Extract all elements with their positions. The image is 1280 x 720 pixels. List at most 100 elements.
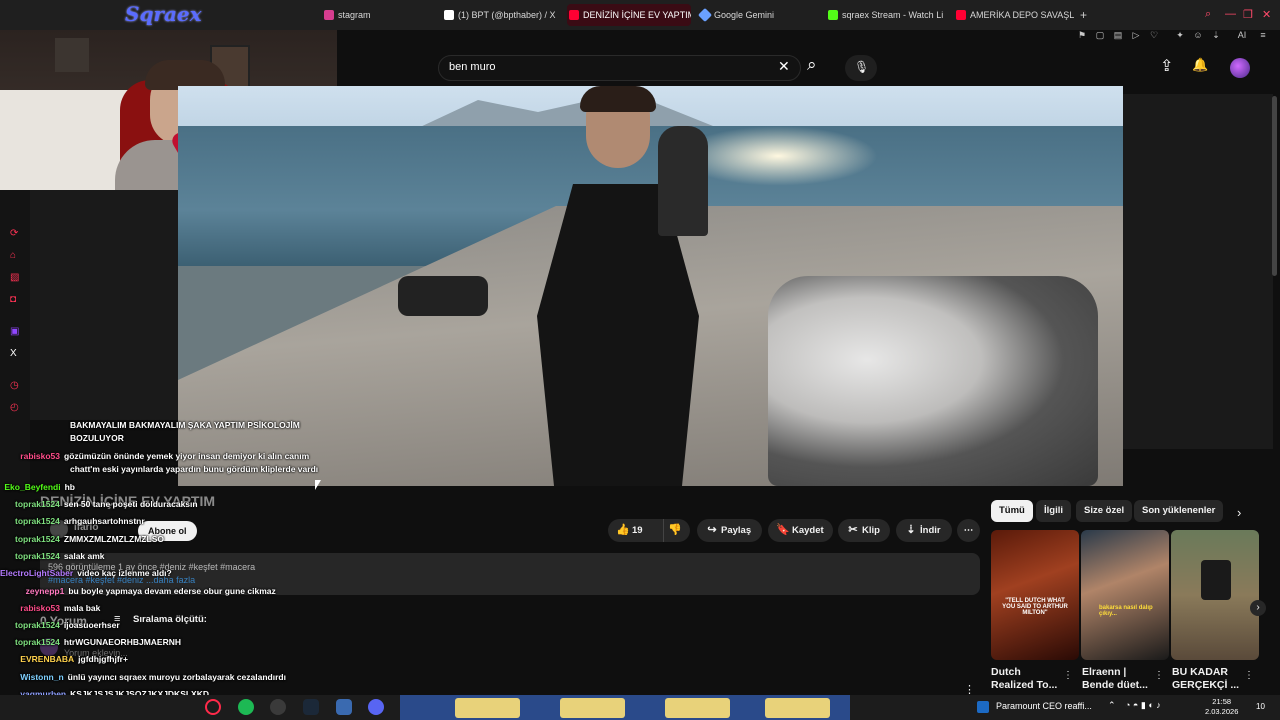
chat-username[interactable]: rabisko53: [20, 603, 60, 613]
profile-icon[interactable]: ☺: [1193, 30, 1203, 40]
chat-username[interactable]: toprak1524: [15, 534, 60, 544]
steam-icon[interactable]: [303, 699, 319, 715]
chat-message: toprak1524 arhgauhsartohnstnr: [15, 516, 145, 526]
chat-message: toprak1524 ijoasuoerhser: [15, 620, 120, 630]
tab-x-bpthaber[interactable]: (1) BPT (@bpthaber) / X: [442, 4, 562, 26]
thumbnail-caption: "TELL DUTCH WHAT YOU SAID TO ARTHUR MILT…: [1002, 598, 1068, 616]
download-button[interactable]: ⇣ İndir: [896, 519, 952, 542]
menu-icon[interactable]: ≡: [1258, 30, 1268, 40]
more-options-icon[interactable]: ⋮: [1063, 670, 1073, 681]
tab-kick-stream[interactable]: sqraex Stream - Watch Li: [826, 4, 943, 26]
sun-glare: [678, 126, 878, 186]
maximize-icon[interactable]: ❐: [1243, 8, 1253, 21]
ai-assistant-icon[interactable]: AI: [1232, 30, 1252, 40]
play-icon[interactable]: ▷: [1131, 30, 1141, 40]
sort-by-label[interactable]: Sıralama ölçütü:: [133, 614, 207, 625]
related-title-1[interactable]: Dutch Realized To...: [991, 666, 1069, 692]
home-icon[interactable]: ⌂: [10, 250, 16, 261]
tab-gemini[interactable]: Google Gemini: [698, 4, 813, 26]
related-thumbnail-3[interactable]: [1171, 530, 1259, 660]
dislike-icon[interactable]: 👎: [668, 519, 682, 542]
chat-username[interactable]: toprak1524: [15, 637, 60, 647]
upload-icon[interactable]: ⇪: [1160, 56, 1173, 76]
related-title-3[interactable]: BU KADAR GERÇEKÇİ ...: [1172, 666, 1250, 692]
chat-username[interactable]: ElectroLightSaber: [0, 568, 73, 578]
chat-username[interactable]: rabisko53: [20, 451, 60, 461]
clock[interactable]: 21:58 2.03.2026: [1205, 697, 1238, 717]
opera-icon[interactable]: [205, 699, 221, 715]
share-button[interactable]: ↪ Paylaş: [697, 519, 762, 542]
tab-amerika-depo[interactable]: AMERİKA DEPO SAVAŞLAR: [954, 4, 1074, 26]
more-actions-button[interactable]: ⋯: [957, 519, 980, 542]
heart-icon[interactable]: ♡: [1149, 30, 1159, 40]
related-thumbnail-1[interactable]: "TELL DUTCH WHAT YOU SAID TO ARTHUR MILT…: [991, 530, 1079, 660]
reader-icon[interactable]: ▤: [1113, 30, 1123, 40]
x-sidebar-icon[interactable]: X: [10, 348, 17, 359]
extension-icon[interactable]: ✦: [1175, 30, 1185, 40]
chat-text: bu boyle yapmaya devam ederse obur gune …: [68, 586, 276, 596]
chat-username[interactable]: Wistonn_n: [20, 672, 63, 682]
chat-username[interactable]: toprak1524: [15, 499, 60, 509]
video-player[interactable]: [178, 86, 1123, 486]
chat-username[interactable]: EVRENBABA: [20, 654, 74, 664]
twitch-icon[interactable]: ▣: [10, 326, 19, 337]
app-icon[interactable]: [336, 699, 352, 715]
search-icon[interactable]: ⌕: [807, 55, 817, 75]
minimize-icon[interactable]: —: [1225, 8, 1236, 20]
chat-username[interactable]: toprak1524: [15, 620, 60, 630]
notifications-bell-icon[interactable]: 🔔: [1192, 57, 1208, 73]
chat-text: gözümüzün önünde yemek yiyor insan demiy…: [64, 451, 310, 461]
taskbar-window-preview: [560, 698, 625, 718]
close-window-icon[interactable]: ✕: [1262, 8, 1271, 21]
chip-for-you[interactable]: Size özel: [1076, 500, 1133, 522]
discord-icon[interactable]: [368, 699, 384, 715]
chat-message: toprak1524 ZMMXZMLZMZLZMZLSO: [15, 534, 164, 544]
chat-text: ijoasuoerhser: [63, 620, 120, 630]
screenshot-icon[interactable]: ▢: [1095, 30, 1105, 40]
background-person: [658, 126, 708, 236]
chat-username[interactable]: zeynepp1: [26, 586, 65, 596]
obs-icon[interactable]: [270, 699, 286, 715]
like-icon[interactable]: 👍: [616, 519, 630, 542]
tab-youtube-active[interactable]: DENİZİN İÇİNE EV YAPTIM: [567, 4, 691, 26]
news-headline[interactable]: Paramount CEO reaffi...: [996, 701, 1092, 711]
save-button[interactable]: 🔖 Kaydet: [768, 519, 833, 542]
chip-recent-uploads[interactable]: Son yüklenenler: [1134, 500, 1224, 522]
chat-text: ZMMXZMLZMZLZMZLSO: [63, 534, 164, 544]
search-tabs-icon[interactable]: ⌕: [1205, 8, 1211, 21]
more-options-icon[interactable]: ⋮: [1154, 670, 1164, 681]
more-options-icon[interactable]: ⋮: [1244, 670, 1254, 681]
voice-search-button[interactable]: 🎙: [845, 55, 877, 81]
chat-username[interactable]: Eko_Beyfendi: [4, 482, 60, 492]
notification-count[interactable]: 10: [1256, 702, 1265, 711]
chat-username[interactable]: toprak1524: [15, 551, 60, 561]
spotify-icon[interactable]: [238, 699, 254, 715]
pin-icon[interactable]: ⚑: [1077, 30, 1087, 40]
search-input[interactable]: [449, 61, 769, 73]
clear-search-icon[interactable]: ✕: [778, 58, 790, 75]
chat-text: jgfdhjgfhjfr+: [78, 654, 128, 664]
clip-button[interactable]: ✂ Klip: [838, 519, 890, 542]
avatar[interactable]: [1230, 58, 1250, 78]
related-thumbnail-2[interactable]: bakarsa nasıl dalıp çıkıy...: [1081, 530, 1169, 660]
clock-icon[interactable]: ◴: [10, 402, 19, 413]
tray-icons[interactable]: ◔ ◓ ▮ ◐ ♪: [1125, 700, 1161, 711]
chevron-right-icon[interactable]: ›: [1237, 505, 1241, 520]
page-scrollbar[interactable]: [1272, 96, 1277, 276]
refresh-icon[interactable]: ⟳: [10, 228, 18, 239]
thumbnail-caption: bakarsa nasıl dalıp çıkıy...: [1099, 605, 1153, 617]
bookmark-icon[interactable]: ▧: [10, 272, 19, 283]
chip-all[interactable]: Tümü: [991, 500, 1033, 522]
chip-related[interactable]: İlgili: [1036, 500, 1071, 522]
chat-username[interactable]: toprak1524: [15, 516, 60, 526]
related-title-2[interactable]: Elraenn | Bende düet...: [1082, 666, 1160, 692]
new-tab-button[interactable]: +: [1080, 8, 1087, 22]
download-icon[interactable]: ⇣: [1211, 30, 1221, 40]
chat-message: EVRENBABA jgfdhjgfhjfr+: [20, 654, 128, 664]
tab-instagram[interactable]: stagram: [322, 4, 432, 26]
messenger-icon[interactable]: ◘: [10, 294, 16, 305]
chat-text: BAKMAYALIM BAKMAYALIM ŞAKA YAPTIM PSİKOL…: [70, 420, 300, 430]
history-icon[interactable]: ◷: [10, 380, 19, 391]
carousel-next-icon[interactable]: ›: [1250, 600, 1266, 616]
tray-chevron-icon[interactable]: ⌃: [1108, 700, 1116, 711]
